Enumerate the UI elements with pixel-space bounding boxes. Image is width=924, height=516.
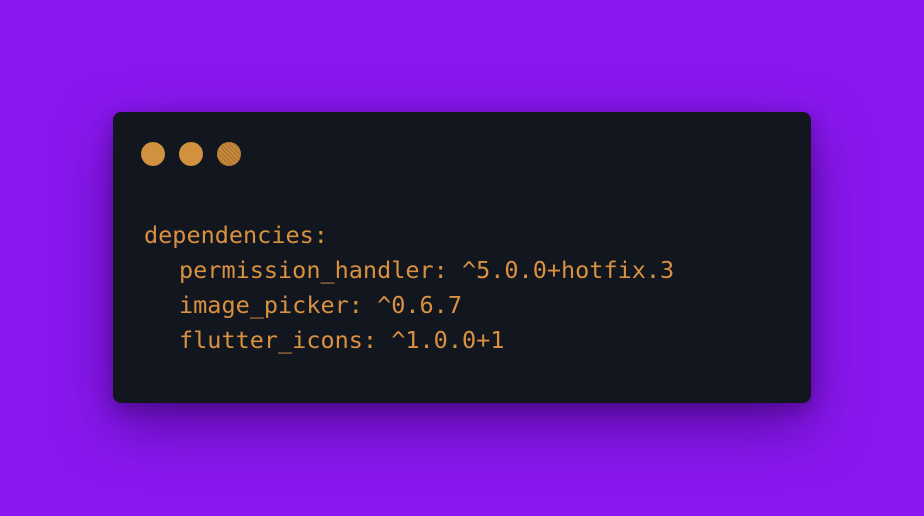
maximize-dot-icon[interactable] (217, 142, 241, 166)
close-dot-icon[interactable] (141, 142, 165, 166)
code-line-image-picker: image_picker: ^0.6.7 (179, 291, 462, 319)
code-line-flutter-icons: flutter_icons: ^1.0.0+1 (179, 326, 505, 354)
code-window: dependencies: permission_handler: ^5.0.0+… (113, 112, 811, 403)
code-block: dependencies: permission_handler: ^5.0.0+… (144, 218, 674, 358)
window-titlebar (141, 142, 241, 166)
minimize-dot-icon[interactable] (179, 142, 203, 166)
code-line-permission-handler: permission_handler: ^5.0.0+hotfix.3 (179, 256, 675, 284)
code-line-dependencies: dependencies: (144, 221, 328, 249)
